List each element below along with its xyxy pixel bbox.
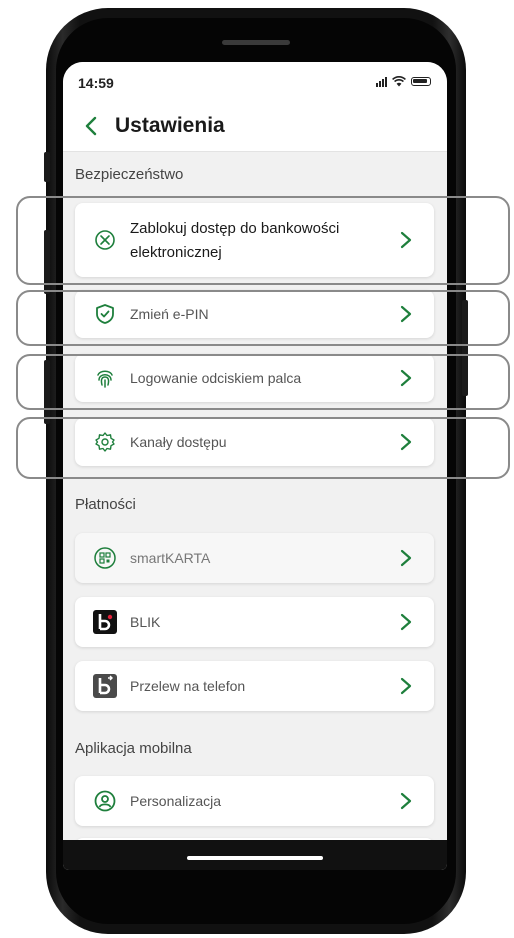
battery-icon (411, 77, 431, 86)
chevron-right-icon (400, 792, 412, 810)
speaker-grille (222, 40, 290, 45)
highlight-change-epin (16, 290, 510, 346)
page-title: Ustawienia (115, 114, 225, 137)
chevron-right-icon (400, 613, 412, 631)
row-label-blik: BLIK (130, 614, 161, 630)
row-blik[interactable]: BLIK (75, 597, 434, 647)
highlight-fingerprint-login (16, 354, 510, 410)
section-label-mobile-app: Aplikacja mobilna (75, 740, 192, 757)
section-label-payments: Płatności (75, 496, 136, 513)
stage: 14:59 Ustawienia Bezpieczeństwo Zablokuj… (0, 0, 514, 938)
row-personalization[interactable]: Personalizacja (75, 776, 434, 826)
phone-side-button (44, 152, 50, 182)
blik-icon (93, 610, 117, 634)
row-label-phone-transfer: Przelew na telefon (130, 678, 246, 694)
back-button[interactable] (81, 114, 101, 138)
row-smartkarta[interactable]: smartKARTA (75, 533, 434, 583)
phone-transfer-icon (93, 674, 117, 698)
app-header: Ustawienia (63, 102, 447, 152)
section-label-security: Bezpieczeństwo (75, 166, 184, 183)
signal-icon (376, 76, 387, 87)
status-bar: 14:59 (63, 62, 447, 102)
row-phone-transfer[interactable]: Przelew na telefon (75, 661, 434, 711)
user-circle-icon (93, 789, 117, 813)
status-icons (376, 76, 431, 87)
highlight-access-channels (16, 417, 510, 479)
row-label-smartkarta: smartKARTA (130, 550, 211, 566)
row-label-personalization: Personalizacja (130, 793, 222, 809)
home-indicator[interactable] (187, 856, 323, 860)
chevron-left-icon (85, 116, 97, 136)
wifi-icon (392, 76, 406, 87)
status-time: 14:59 (78, 75, 114, 91)
qr-code-icon (93, 546, 117, 570)
chevron-right-icon (400, 549, 412, 567)
highlight-block-access (16, 196, 510, 285)
chevron-right-icon (400, 677, 412, 695)
home-indicator-area (63, 840, 447, 870)
